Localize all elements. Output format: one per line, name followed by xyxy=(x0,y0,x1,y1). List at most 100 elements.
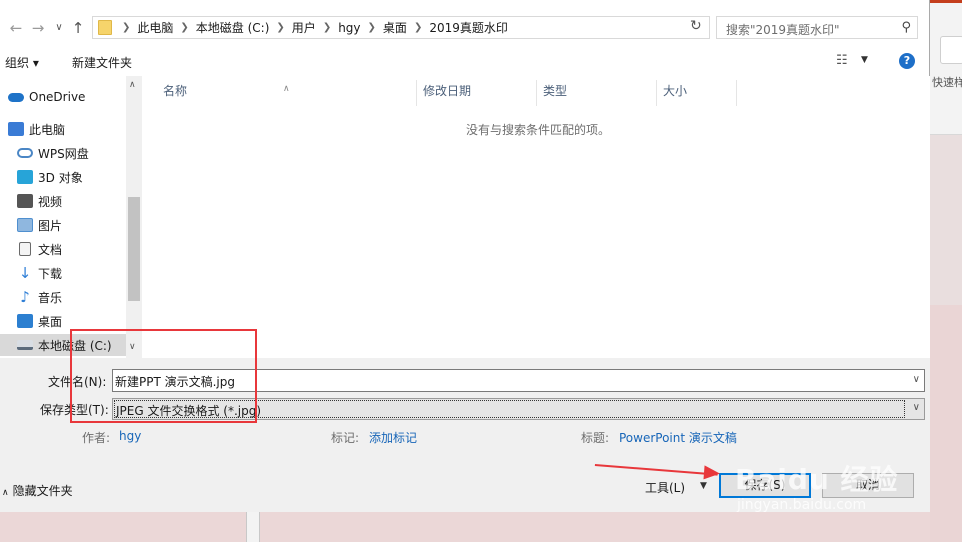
baidu-watermark-logo: Baidu 经验 xyxy=(735,463,899,496)
nav-documents[interactable]: 文档 xyxy=(17,238,143,260)
chevron-right-icon: ❯ xyxy=(322,22,332,33)
slide-thumbnails xyxy=(0,512,930,542)
chevron-right-icon: ❯ xyxy=(122,22,131,33)
nav-label: 桌面 xyxy=(38,314,63,329)
baidu-watermark-url: jingyan.baidu.com xyxy=(737,497,867,513)
scrollbar-thumb[interactable] xyxy=(128,197,140,301)
powerpoint-background: 快速样 xyxy=(930,0,962,542)
scroll-up-icon[interactable]: ∧ xyxy=(129,80,136,90)
navigation-pane: OneDrive 此电脑 WPS网盘 3D 对象 视频 图片 文档 ↓ 下载 ♪… xyxy=(0,76,143,358)
breadcrumb-this-pc[interactable]: 此电脑 xyxy=(137,19,173,36)
title-key: 标题: xyxy=(581,431,610,445)
picture-icon xyxy=(17,218,33,232)
cloud-icon xyxy=(8,92,24,102)
recent-dropdown-icon[interactable]: ∨ xyxy=(49,18,69,38)
tools-menu[interactable]: 工具(L) xyxy=(645,479,685,496)
chevron-right-icon: ❯ xyxy=(413,22,423,33)
nav-label: 此电脑 xyxy=(29,122,66,137)
address-row: ← → ∨ ↑ ❯ 此电脑 ❯ 本地磁盘 (C:) ❯ 用户 ❯ hgy ❯ 桌… xyxy=(0,8,930,46)
nav-this-pc[interactable]: 此电脑 xyxy=(8,118,134,140)
wps-cloud-icon xyxy=(17,148,33,158)
nav-scrollbar[interactable]: ∧ ∨ xyxy=(126,76,142,358)
tags-value[interactable]: 添加标记 xyxy=(369,429,417,446)
nav-label: 音乐 xyxy=(38,290,63,305)
column-label: 大小 xyxy=(663,84,688,98)
annotation-arrowhead xyxy=(703,465,721,481)
quick-style-label: 快速样 xyxy=(932,76,962,89)
quick-style-button[interactable] xyxy=(940,36,962,64)
nav-label: 图片 xyxy=(38,218,63,233)
chevron-up-icon: ∧ xyxy=(2,488,9,498)
nav-downloads[interactable]: ↓ 下载 xyxy=(17,262,143,284)
search-input[interactable]: 搜索"2019真题水印" ⚲ xyxy=(716,16,918,39)
help-icon[interactable]: ? xyxy=(899,53,915,69)
document-icon xyxy=(19,242,31,256)
column-label: 类型 xyxy=(543,84,568,98)
computer-icon xyxy=(8,122,24,136)
view-options-icon[interactable]: ☷ xyxy=(836,53,848,68)
empty-message: 没有与搜索条件匹配的项。 xyxy=(466,123,611,137)
new-folder-button[interactable]: 新建文件夹 xyxy=(72,54,132,71)
column-date-modified[interactable]: 修改日期 xyxy=(417,80,537,106)
refresh-icon[interactable]: ↻ xyxy=(690,18,708,36)
download-icon: ↓ xyxy=(18,264,32,282)
folder-icon xyxy=(98,20,112,35)
back-arrow-icon[interactable]: ← xyxy=(6,18,26,38)
column-label: 名称 xyxy=(163,84,188,98)
nav-label: OneDrive xyxy=(29,90,86,104)
nav-onedrive[interactable]: OneDrive xyxy=(8,86,134,108)
slide-area xyxy=(930,305,962,542)
nav-3d-objects[interactable]: 3D 对象 xyxy=(17,166,143,188)
hide-folders-label: 隐藏文件夹 xyxy=(12,484,73,498)
sort-arrow-icon: ∧ xyxy=(283,84,290,94)
music-icon: ♪ xyxy=(20,288,30,306)
column-name[interactable]: 名称 ∧ xyxy=(143,80,417,106)
tags-key: 标记: xyxy=(331,431,360,445)
up-arrow-icon[interactable]: ↑ xyxy=(68,18,88,38)
nav-wps-cloud[interactable]: WPS网盘 xyxy=(17,142,143,164)
search-placeholder: 搜索"2019真题水印" xyxy=(726,23,840,37)
chevron-right-icon: ❯ xyxy=(180,22,189,33)
save-as-dialog: ← → ∨ ↑ ❯ 此电脑 ❯ 本地磁盘 (C:) ❯ 用户 ❯ hgy ❯ 桌… xyxy=(0,0,930,512)
breadcrumb-hgy[interactable]: hgy xyxy=(338,21,360,35)
file-list: 名称 ∧ 修改日期 类型 大小 没有与搜索条件匹配的项。 xyxy=(143,76,930,358)
organize-button[interactable]: 组织 ▾ xyxy=(5,54,39,71)
title-value[interactable]: PowerPoint 演示文稿 xyxy=(619,429,737,446)
chevron-down-icon[interactable]: ∨ xyxy=(913,374,920,385)
address-bar[interactable]: ❯ 此电脑 ❯ 本地磁盘 (C:) ❯ 用户 ❯ hgy ❯ 桌面 ❯ 2019… xyxy=(92,16,770,39)
command-bar: 组织 ▾ 新建文件夹 ☷ ▼ ? xyxy=(0,48,930,74)
nav-label: 视频 xyxy=(38,194,63,209)
tools-dropdown-icon[interactable]: ▼ xyxy=(700,481,707,491)
ribbon-area xyxy=(930,0,962,135)
search-icon[interactable]: ⚲ xyxy=(901,20,911,35)
video-icon xyxy=(17,194,33,208)
breadcrumb-current-folder[interactable]: 2019真题水印 xyxy=(429,19,508,36)
column-label: 修改日期 xyxy=(423,84,472,98)
breadcrumb: ❯ 此电脑 ❯ 本地磁盘 (C:) ❯ 用户 ❯ hgy ❯ 桌面 ❯ 2019… xyxy=(115,17,508,38)
nav-videos[interactable]: 视频 xyxy=(17,190,143,212)
breadcrumb-c-drive[interactable]: 本地磁盘 (C:) xyxy=(196,19,270,36)
breadcrumb-desktop[interactable]: 桌面 xyxy=(383,19,407,36)
hide-folders-toggle[interactable]: ∧ 隐藏文件夹 xyxy=(2,482,73,499)
forward-arrow-icon[interactable]: → xyxy=(28,18,48,38)
chevron-right-icon: ❯ xyxy=(276,22,285,33)
cube-icon xyxy=(17,170,33,184)
thumbnail-edge xyxy=(246,512,260,542)
ribbon-accent xyxy=(930,0,962,3)
column-size[interactable]: 大小 xyxy=(657,80,737,106)
column-type[interactable]: 类型 xyxy=(537,80,657,106)
highlight-box xyxy=(70,329,257,423)
chevron-right-icon: ❯ xyxy=(367,22,376,33)
chevron-down-icon[interactable]: ∨ xyxy=(913,402,920,413)
nav-music[interactable]: ♪ 音乐 xyxy=(17,286,143,308)
desktop-icon xyxy=(17,314,33,328)
nav-label: 3D 对象 xyxy=(38,170,83,185)
nav-label: 文档 xyxy=(38,242,63,257)
nav-pictures[interactable]: 图片 xyxy=(17,214,143,236)
author-value[interactable]: hgy xyxy=(119,429,141,443)
nav-label: 下载 xyxy=(38,266,63,281)
drive-icon xyxy=(17,340,33,350)
author-key: 作者: xyxy=(82,431,111,445)
breadcrumb-users[interactable]: 用户 xyxy=(292,19,316,36)
view-dropdown-icon[interactable]: ▼ xyxy=(861,55,868,65)
